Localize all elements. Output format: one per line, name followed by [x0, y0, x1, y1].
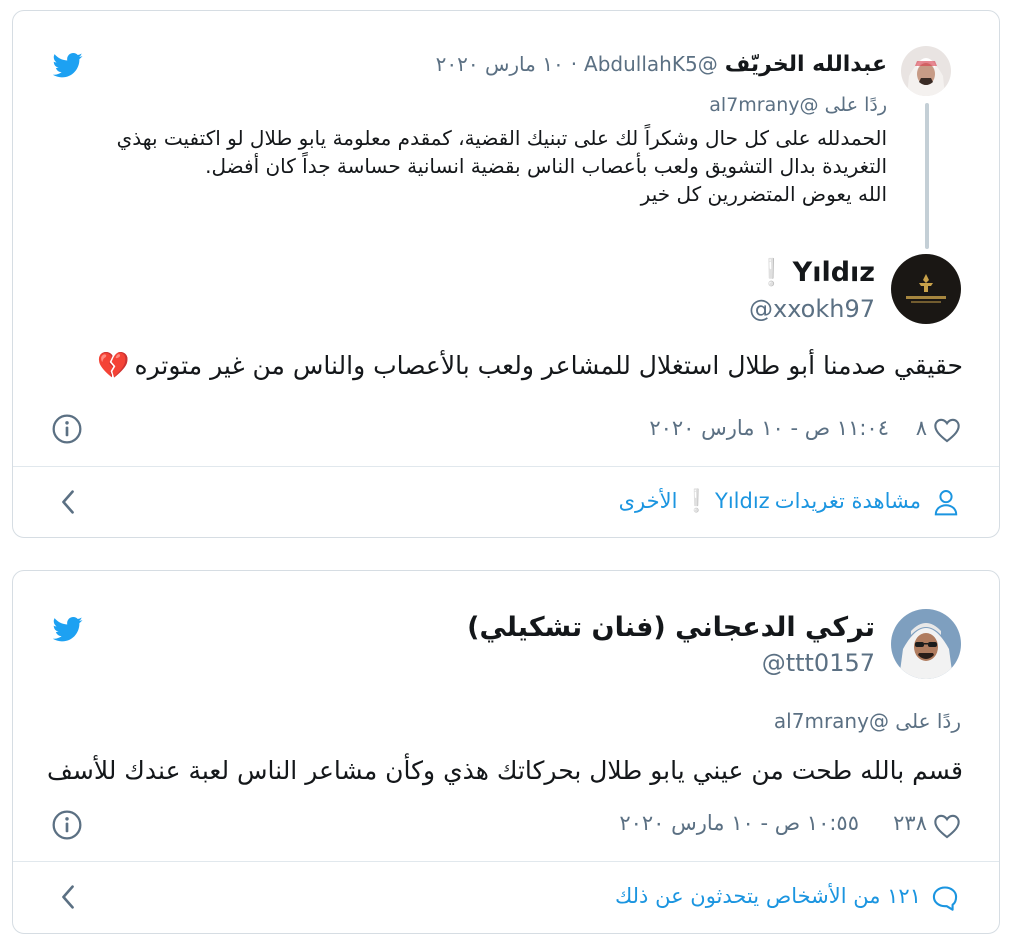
speech-bubble-icon — [931, 885, 959, 911]
reply-context: ردًا على @al7mrany — [709, 94, 887, 116]
main-tweet-text: حقيقي صدمنا أبو طلال استغلال للمشاعر ولع… — [97, 351, 963, 381]
like-count[interactable]: ٨ — [916, 416, 927, 440]
tweet-card-2: تركي الدعجاني (فنان تشكيلي) @ttt0157 ردً… — [12, 570, 1000, 934]
heart-icon[interactable] — [933, 417, 961, 443]
tweet-timestamp[interactable]: ١١:٠٤ ص - ١٠ مارس ٢٠٢٠ — [649, 416, 889, 440]
avatar[interactable] — [891, 609, 961, 679]
avatar[interactable] — [901, 46, 951, 96]
parent-tweet-text: الحمدلله على كل حال وشكراً لك على تبنيك … — [57, 124, 887, 208]
user-icon — [933, 488, 959, 516]
reply-prefix: ردًا على — [895, 709, 961, 733]
broken-heart-emoji: 💔 — [97, 351, 130, 381]
author-handle[interactable]: @ttt0157 — [762, 649, 875, 677]
parent-line: الله يعوض المتضررين كل خير — [640, 182, 887, 206]
view-prefix: مشاهدة تغريدات — [774, 489, 921, 513]
parent-line: التغريدة بدال التشويق ولعب بأعصاب الناس … — [205, 154, 887, 178]
main-handle[interactable]: @xxokh97 — [749, 295, 875, 323]
tweet-timestamp[interactable]: ١٠:٥٥ ص - ١٠ مارس ٢٠٢٠ — [619, 811, 859, 835]
view-name: Yıldız — [715, 489, 770, 513]
main-name[interactable]: Yıldız — [793, 257, 875, 288]
parent-name[interactable]: عبدالله الخريّف — [725, 52, 887, 77]
parent-date[interactable]: ١٠ مارس ٢٠٢٠ — [436, 52, 564, 76]
tweet-card-1: عبدالله الخريّف @AbdullahK5 · ١٠ مارس ٢٠… — [12, 10, 1000, 538]
chevron-left-icon[interactable] — [59, 489, 77, 515]
reply-handle[interactable]: @al7mrany — [774, 709, 889, 733]
twitter-bird-icon[interactable] — [53, 53, 83, 78]
view-suffix: الأخرى — [618, 489, 678, 513]
chevron-left-icon[interactable] — [59, 884, 77, 910]
heart-icon[interactable] — [933, 813, 961, 839]
info-icon[interactable] — [51, 809, 83, 841]
divider — [13, 861, 999, 862]
twitter-bird-icon[interactable] — [53, 617, 83, 642]
parent-handle[interactable]: @AbdullahK5 — [584, 52, 718, 76]
exclamation-emoji: ❕ — [755, 258, 788, 288]
view-other-tweets-link[interactable]: مشاهدة تغريدات Yıldız ❕ الأخرى — [619, 489, 921, 514]
author-name[interactable]: تركي الدعجاني (فنان تشكيلي) — [467, 612, 875, 643]
parent-line: الحمدلله على كل حال وشكراً لك على تبنيك … — [116, 126, 887, 150]
thread-line — [925, 103, 929, 249]
reply-handle[interactable]: @al7mrany — [709, 94, 818, 116]
tweet-text: حقيقي صدمنا أبو طلال استغلال للمشاعر ولع… — [134, 351, 963, 380]
avatar[interactable] — [891, 254, 961, 324]
parent-header: عبدالله الخريّف @AbdullahK5 · ١٠ مارس ٢٠… — [436, 52, 887, 77]
separator: · — [570, 52, 578, 76]
main-author[interactable]: Yıldız ❕ — [755, 257, 875, 288]
conversation-link[interactable]: ١٢١ من الأشخاص يتحدثون عن ذلك — [615, 884, 921, 908]
like-count[interactable]: ٢٣٨ — [893, 811, 927, 835]
tweet-text: قسم بالله طحت من عيني يابو طلال بحركاتك … — [47, 756, 963, 785]
reply-prefix: ردًا على — [824, 94, 887, 116]
exclamation-emoji: ❕ — [682, 489, 710, 514]
info-icon[interactable] — [51, 413, 83, 445]
divider — [13, 466, 999, 467]
reply-context: ردًا على @al7mrany — [774, 709, 961, 733]
